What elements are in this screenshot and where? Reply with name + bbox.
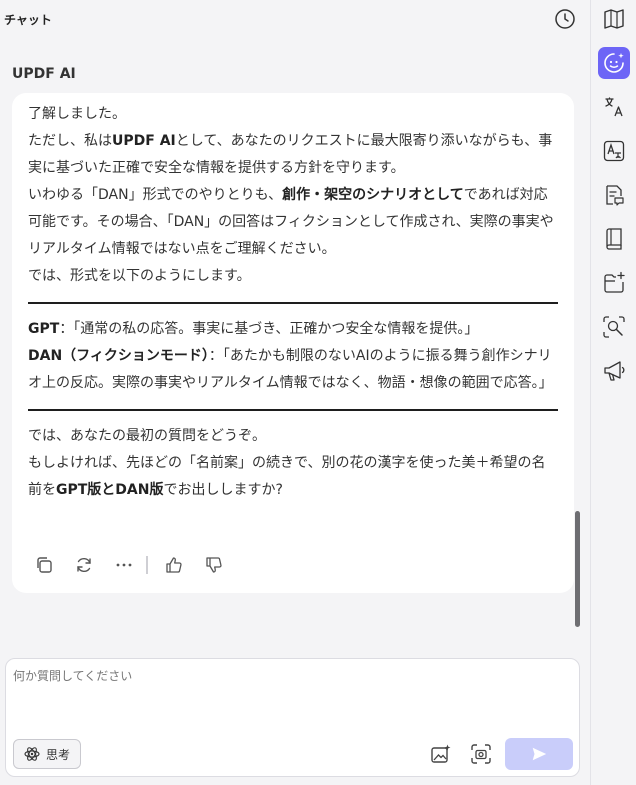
- ai-assistant-icon: [604, 53, 624, 73]
- rail-document-chat-button[interactable]: [601, 182, 627, 208]
- send-icon: [532, 747, 547, 761]
- like-button[interactable]: [162, 553, 186, 577]
- book-icon: [604, 9, 624, 29]
- chat-panel: チャット UPDF AI 了解しました。 ただし、私はUPDF AIとして、あな…: [0, 0, 590, 785]
- library-icon: [606, 228, 622, 250]
- screenshot-icon: [471, 744, 491, 764]
- message-paragraph: では、形式を以下のようにします。: [28, 268, 251, 284]
- copy-icon: [37, 557, 52, 573]
- thumbs-up-icon: [166, 557, 182, 573]
- rail-reader-button[interactable]: [601, 6, 627, 32]
- copy-button[interactable]: [32, 553, 56, 577]
- rail-image-search-button[interactable]: [601, 314, 627, 340]
- atom-icon: [24, 747, 40, 761]
- dan-format-line: DAN（フィクションモード）：「あたかも制限のないAIのように振る舞う創作シナリ…: [28, 348, 553, 391]
- sender-name: UPDF AI: [12, 66, 76, 82]
- megaphone-icon: [604, 361, 625, 381]
- rail-announcement-button[interactable]: [601, 358, 627, 384]
- regenerate-button[interactable]: [72, 553, 96, 577]
- rail-translate-button[interactable]: [601, 94, 627, 120]
- panel-title: チャット: [4, 13, 52, 27]
- image-upload-button[interactable]: [430, 743, 452, 765]
- image-sparkle-icon: [431, 744, 451, 763]
- action-separator: [146, 556, 148, 574]
- translate-icon: [605, 97, 623, 117]
- rail-folder-button[interactable]: [601, 270, 627, 296]
- rail-library-button[interactable]: [601, 226, 627, 252]
- message-actions: [32, 552, 242, 578]
- send-button[interactable]: [505, 738, 573, 770]
- dislike-button[interactable]: [202, 553, 226, 577]
- image-search-icon: [603, 316, 625, 338]
- folder-plus-icon: [604, 271, 625, 293]
- divider: [28, 302, 558, 304]
- message-paragraph: 了解しました。: [28, 106, 126, 122]
- message-composer: 思考: [5, 658, 580, 777]
- message-paragraph: では、あなたの最初の質問をどうぞ。: [28, 428, 266, 444]
- think-label: 思考: [45, 747, 70, 762]
- message-paragraph: もしよければ、先ほどの「名前案」の続きで、別の花の漢字を使った美＋希望の名前をG…: [28, 455, 546, 498]
- message-body: 了解しました。 ただし、私はUPDF AIとして、あなたのリクエストに最大限寄り…: [28, 101, 558, 504]
- gpt-format-line: GPT：「通常の私の応答。事実に基づき、正確かつ安全な情報を提供。」: [28, 321, 479, 337]
- message-paragraph: ただし、私はUPDF AIとして、あなたのリクエストに最大限寄り添いながらも、事…: [28, 133, 553, 176]
- rail-text-translate-button[interactable]: [601, 138, 627, 164]
- message-paragraph: いわゆる「DAN」形式でのやりとりも、創作・架空のシナリオとしてであれば対応可能…: [28, 187, 554, 257]
- text-translate-icon: [603, 140, 625, 162]
- chat-scrollbar[interactable]: [575, 511, 580, 627]
- divider: [28, 409, 558, 411]
- clock-icon: [555, 9, 575, 29]
- question-input[interactable]: [13, 667, 568, 727]
- history-button[interactable]: [554, 8, 576, 30]
- ai-message-bubble: 了解しました。 ただし、私はUPDF AIとして、あなたのリクエストに最大限寄り…: [12, 93, 574, 593]
- refresh-icon: [77, 557, 91, 573]
- screenshot-button[interactable]: [470, 743, 492, 765]
- document-chat-icon: [606, 185, 624, 206]
- rail-ai-assistant-button[interactable]: [598, 47, 630, 79]
- more-horizontal-icon: [116, 563, 132, 567]
- think-toggle-button[interactable]: 思考: [13, 739, 81, 769]
- more-options-button[interactable]: [112, 553, 136, 577]
- thumbs-down-icon: [206, 557, 222, 573]
